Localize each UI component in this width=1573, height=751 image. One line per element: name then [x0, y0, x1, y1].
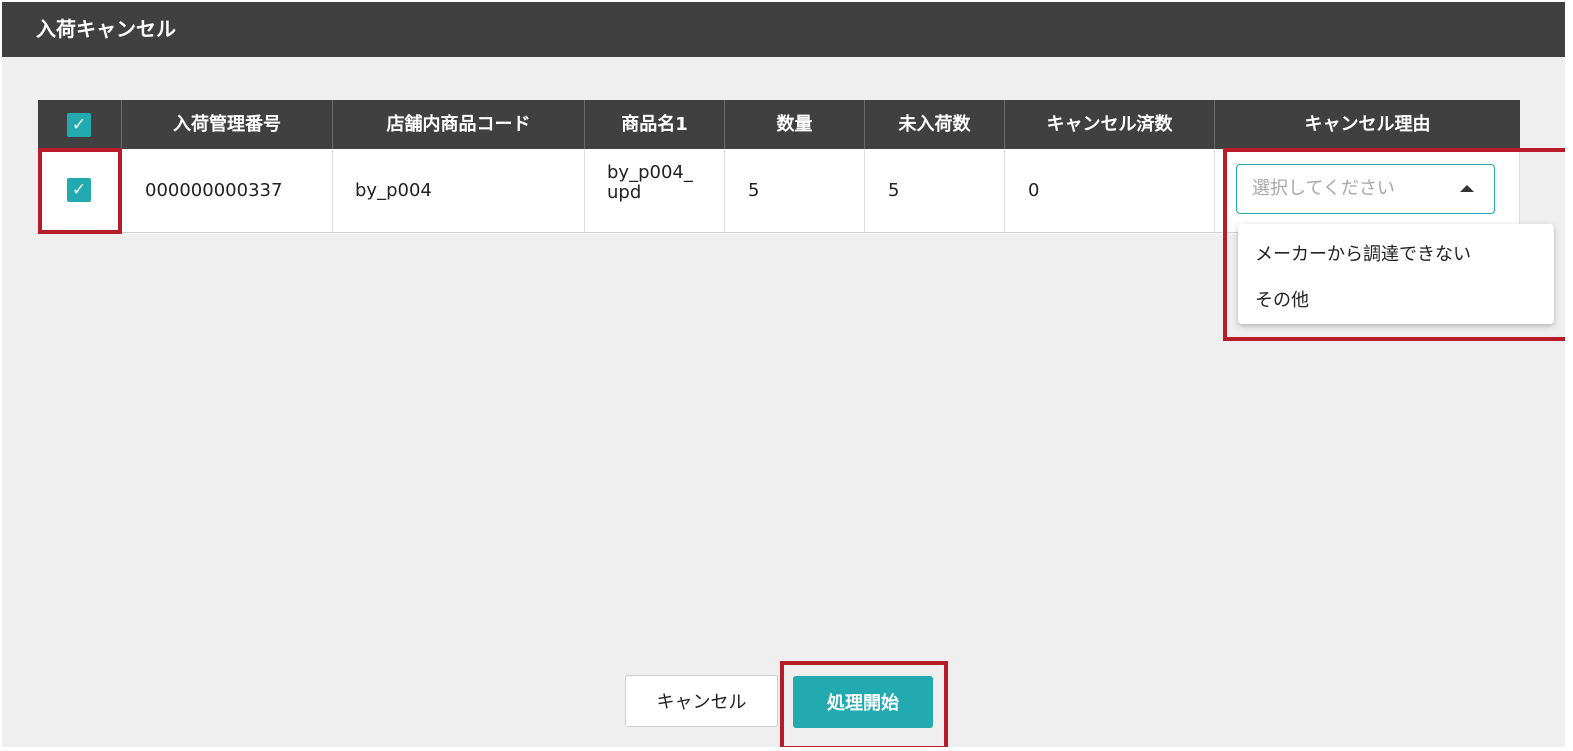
header-not-arrived[interactable]: 未入荷数 [865, 100, 1005, 149]
cell-store-code: by_p004 [333, 149, 585, 232]
cancel-button[interactable]: キャンセル [625, 675, 778, 727]
check-icon: ✓ [71, 114, 87, 135]
dialog-title: 入荷キャンセル [2, 2, 1565, 57]
cell-product-name: by_p004_upd [585, 149, 725, 232]
header-arrival-no[interactable]: 入荷管理番号 [122, 100, 333, 149]
cell-not-arrived: 5 [865, 149, 1005, 232]
header-select-all-cell: ✓ [38, 100, 122, 149]
header-quantity[interactable]: 数量 [725, 100, 865, 149]
cell-cancelled: 0 [1005, 149, 1215, 232]
highlight-row-checkbox [38, 148, 122, 234]
header-store-code[interactable]: 店舗内商品コード [333, 100, 585, 149]
select-all-checkbox[interactable]: ✓ [67, 113, 91, 137]
header-product-name[interactable]: 商品名1 [585, 100, 725, 149]
cell-arrival-no: 000000000337 [122, 149, 333, 232]
header-cancelled[interactable]: キャンセル済数 [1005, 100, 1215, 149]
table-header: ✓ 入荷管理番号 店舗内商品コード 商品名1 数量 未入荷数 キャンセル済数 キ… [38, 100, 1520, 149]
highlight-reason-select [1223, 148, 1565, 341]
arrival-cancel-dialog: 入荷キャンセル ✓ 入荷管理番号 店舗内商品コード 商品名1 数量 未入荷数 キ… [2, 2, 1565, 747]
cell-quantity: 5 [725, 149, 865, 232]
start-process-button[interactable]: 処理開始 [793, 676, 933, 728]
header-cancel-reason[interactable]: キャンセル理由 [1215, 100, 1520, 149]
